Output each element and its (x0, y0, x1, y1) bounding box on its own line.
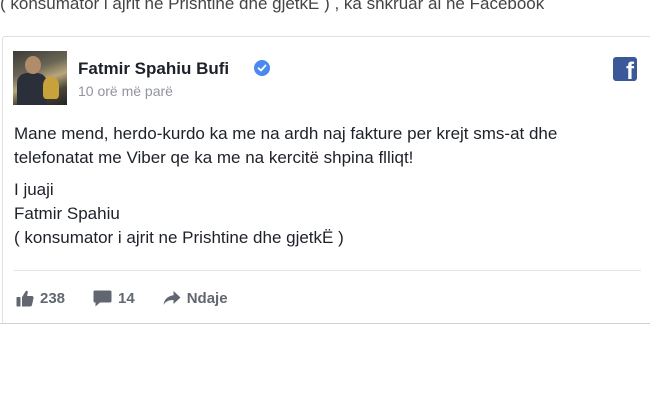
author-name[interactable]: Fatmir Spahiu Bufi (78, 59, 229, 79)
post-timestamp[interactable]: 10 orë më parë (78, 83, 173, 99)
section-divider (0, 323, 650, 324)
facebook-logo-icon[interactable]: f (613, 57, 637, 85)
share-button[interactable]: Ndaje (163, 290, 228, 307)
post-paragraph: Mane mend, herdo-kurdo ka me na ardh naj… (14, 124, 558, 167)
article-text-snippet: ( konsumator i ajrit ne Prishtine dhe gj… (0, 0, 545, 13)
signature-line: ( konsumator i ajrit ne Prishtine dhe gj… (14, 228, 344, 247)
post-body: Mane mend, herdo-kurdo ka me na ardh naj… (14, 122, 634, 250)
verified-icon (254, 60, 270, 76)
share-icon (163, 291, 181, 305)
like-count: 238 (40, 289, 66, 307)
like-button[interactable]: 238 (16, 290, 65, 307)
comment-icon (93, 290, 112, 306)
divider (14, 270, 641, 271)
share-label: Ndaje (186, 289, 228, 307)
author-avatar[interactable] (13, 51, 67, 105)
comment-button[interactable]: 14 (93, 290, 135, 307)
signature-line: Fatmir Spahiu (14, 204, 120, 223)
post-signature: I juaji Fatmir Spahiu ( konsumator i ajr… (14, 178, 634, 250)
like-icon (16, 290, 34, 306)
comment-count: 14 (118, 289, 135, 307)
post-actions-bar: 238 14 Ndaje (16, 287, 256, 309)
facebook-post-embed: Fatmir Spahiu Bufi 10 orë më parë f Mane… (2, 36, 650, 324)
signature-line: I juaji (14, 180, 54, 199)
